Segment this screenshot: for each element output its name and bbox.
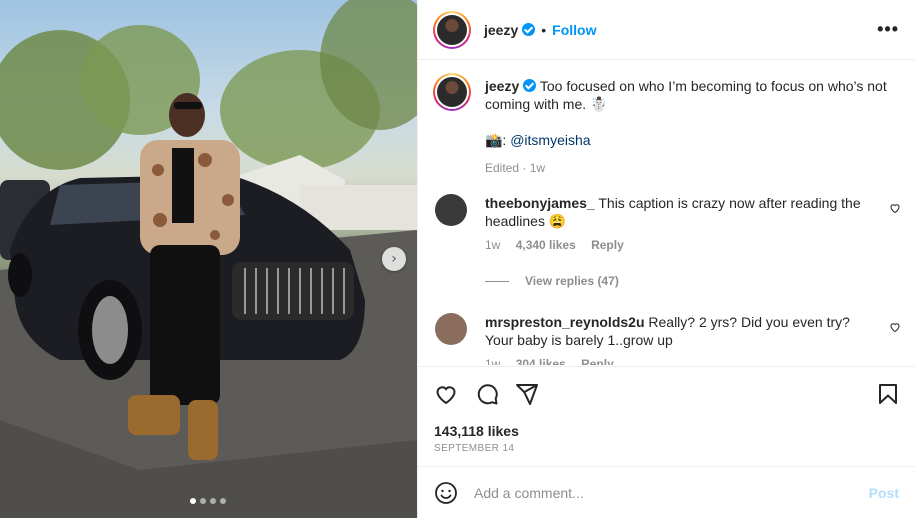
likes-count[interactable]: 143,118 likes [434,423,519,439]
avatar[interactable] [433,10,471,49]
comment-likes[interactable]: 304 likes [516,357,566,365]
avatar[interactable] [433,73,471,111]
verified-badge-icon [523,79,537,92]
carousel-dot [220,498,226,504]
edited-timestamp: Edited · 1w [485,161,546,175]
comment-age: 1w [485,238,501,252]
caption-text: Too focused on who I’m becoming to focus… [485,78,887,112]
post-details-panel: jeezy • Follow ••• jeezy Too focused on … [417,0,915,518]
avatar[interactable] [435,313,467,345]
carousel-dot [200,498,206,504]
more-options-icon[interactable]: ••• [877,20,899,38]
follow-button[interactable]: Follow [552,22,596,38]
carousel-dot [210,498,216,504]
camera-emoji: 📸: [485,132,511,148]
heart-icon[interactable] [889,321,901,333]
photo-illustration [0,0,417,518]
replies-divider [485,280,509,282]
view-replies-label: View replies (47) [525,274,619,288]
comment-input[interactable] [474,481,854,505]
caption-username[interactable]: jeezy [485,78,519,94]
comment-username[interactable]: mrspreston_reynolds2u [485,314,645,330]
like-heart-icon[interactable] [434,382,458,406]
post-date: SEPTEMBER 14 [434,443,515,454]
photo-credit: 📸: @itsmyeisha [485,131,895,149]
comment-likes[interactable]: 4,340 likes [516,238,576,252]
post-photo[interactable]: › [0,0,417,518]
avatar[interactable] [435,194,467,226]
view-replies-button[interactable]: View replies (47) [485,274,619,288]
reply-button[interactable]: Reply [581,357,614,365]
comment-username[interactable]: theebonyjames_ [485,195,595,211]
carousel-dot [190,498,196,504]
add-comment-bar: Post [418,466,915,518]
heart-icon[interactable] [889,202,901,214]
post-comment-button[interactable]: Post [869,485,899,501]
share-icon[interactable] [515,382,539,406]
author-username[interactable]: jeezy [484,22,518,38]
comment-icon[interactable] [475,382,499,406]
reply-button[interactable]: Reply [591,238,624,252]
separator-dot: • [541,21,547,38]
carousel-next-button[interactable]: › [382,247,406,271]
carousel-indicator [190,498,226,504]
chevron-right-icon: › [391,251,397,267]
emoji-icon[interactable] [434,481,458,505]
credit-mention-link[interactable]: @itsmyeisha [510,132,590,148]
comment-age: 1w [485,357,501,365]
save-bookmark-icon[interactable] [876,382,900,406]
post-header: jeezy • Follow ••• [418,0,915,60]
verified-badge-icon [522,23,536,36]
action-bar: 143,118 likes SEPTEMBER 14 [418,366,915,466]
comments-section[interactable]: jeezy Too focused on who I’m becoming to… [418,61,915,365]
